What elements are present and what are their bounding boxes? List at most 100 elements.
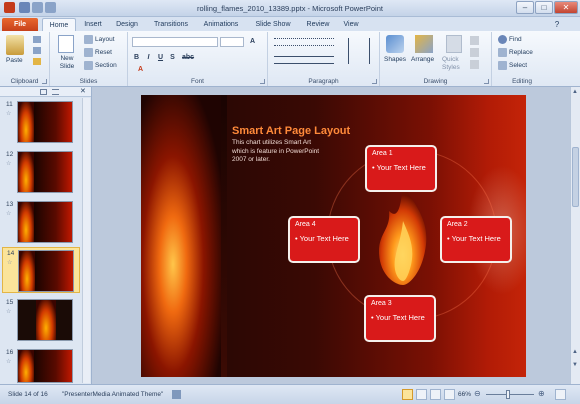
tab-file[interactable]: File	[2, 18, 38, 31]
zoom-slider-thumb[interactable]	[506, 390, 510, 399]
quick-styles-button[interactable]: Quick Styles	[442, 56, 466, 72]
slides-label: Slides	[79, 78, 98, 85]
pane-close-icon[interactable]: ✕	[80, 87, 86, 95]
quick-styles-icon[interactable]	[446, 35, 462, 53]
thumbnail-scrollbar[interactable]	[82, 98, 90, 383]
grow-font-button[interactable]: A	[248, 38, 257, 45]
thumbnail-number: 12	[6, 151, 14, 158]
slides-tab-icon[interactable]	[40, 89, 47, 95]
font-launcher-icon[interactable]	[260, 79, 265, 84]
bold-button[interactable]: B	[132, 54, 141, 61]
maximize-button[interactable]: □	[535, 1, 553, 14]
format-painter-icon[interactable]	[33, 58, 41, 65]
animation-star-icon: ☆	[7, 260, 13, 266]
slide-scrollbar[interactable]: ▲ ▲ ▼	[570, 87, 580, 384]
paste-button[interactable]: Paste	[6, 57, 23, 64]
smartart-area-4[interactable]: Area 4 Your Text Here	[288, 216, 360, 263]
shape-effects-icon[interactable]	[470, 60, 479, 69]
cut-icon[interactable]	[33, 36, 41, 43]
font-color-button[interactable]: A	[136, 66, 145, 73]
select-label: Select	[509, 62, 528, 70]
slide-body-text[interactable]: This chart utilizes Smart Art which is f…	[232, 139, 327, 165]
slide-thumbnail-14[interactable]: 14 ☆	[2, 247, 80, 293]
slides-group: New Slide Layout Reset Section Slides	[50, 32, 128, 86]
strikethrough-button[interactable]: abc	[182, 54, 194, 61]
align-icon[interactable]	[274, 56, 334, 64]
zoom-out-icon[interactable]: ⊖	[474, 389, 481, 398]
slide-sorter-icon[interactable]	[416, 389, 427, 400]
animation-star-icon: ☆	[6, 309, 12, 315]
tab-slide-show[interactable]: Slide Show	[250, 18, 296, 31]
slide-thumbnail-13[interactable]: 13 ☆	[0, 199, 84, 245]
zoom-level[interactable]: 66%	[458, 391, 471, 398]
layout-button[interactable]: Layout	[84, 35, 115, 44]
paragraph-launcher-icon[interactable]	[372, 79, 377, 84]
arrange-icon[interactable]	[415, 35, 433, 53]
clipboard-launcher-icon[interactable]	[42, 79, 47, 84]
slide-canvas[interactable]: Smart Art Page Layout This chart utilize…	[141, 95, 526, 377]
tab-design[interactable]: Design	[110, 18, 144, 31]
scroll-up-icon[interactable]: ▲	[572, 89, 579, 97]
thumbnail-image	[17, 201, 73, 243]
smartart-area-3[interactable]: Area 3 Your Text Here	[364, 295, 436, 342]
reading-view-icon[interactable]	[430, 389, 441, 400]
copy-icon[interactable]	[33, 47, 41, 54]
slides-pane: ✕ 11 ☆ 12 ☆ 13 ☆ 14 ☆ 15 ☆ 16 ☆	[0, 87, 92, 384]
close-button[interactable]: ✕	[554, 1, 578, 14]
scroll-thumb[interactable]	[572, 147, 579, 207]
zoom-in-icon[interactable]: ⊕	[538, 389, 545, 398]
drawing-group: Shapes Arrange Quick Styles Drawing	[380, 32, 492, 86]
slide-title[interactable]: Smart Art Page Layout	[232, 125, 350, 137]
next-slide-icon[interactable]: ▼	[572, 362, 579, 370]
editing-label: Editing	[512, 78, 532, 85]
shapes-button[interactable]: Shapes	[384, 56, 406, 63]
spelling-icon[interactable]	[172, 390, 181, 399]
thumbnail-number: 15	[6, 299, 14, 306]
new-slide-icon[interactable]	[58, 35, 74, 53]
animation-star-icon: ☆	[6, 161, 12, 167]
tab-insert[interactable]: Insert	[78, 18, 108, 31]
smartart-area-2[interactable]: Area 2 Your Text Here	[440, 216, 512, 263]
find-button[interactable]: Find	[498, 35, 522, 44]
arrange-button[interactable]: Arrange	[411, 56, 434, 63]
tab-animations[interactable]: Animations	[198, 18, 244, 31]
tab-home[interactable]: Home	[42, 18, 76, 31]
slide-divider	[221, 95, 227, 377]
slide-thumbnail-12[interactable]: 12 ☆	[0, 149, 84, 195]
previous-slide-icon[interactable]: ▲	[572, 349, 579, 357]
outline-tab-icon[interactable]	[52, 89, 59, 95]
slide-thumbnail-15[interactable]: 15 ☆	[0, 297, 84, 343]
drawing-launcher-icon[interactable]	[484, 79, 489, 84]
fit-to-window-icon[interactable]	[555, 389, 566, 400]
bullets-icon[interactable]	[274, 38, 334, 46]
font-name-combo[interactable]	[132, 37, 218, 47]
italic-button[interactable]: I	[144, 54, 153, 61]
zoom-slider[interactable]	[486, 394, 534, 395]
shadow-button[interactable]: S	[168, 54, 177, 61]
tab-review[interactable]: Review	[302, 18, 334, 31]
shape-fill-icon[interactable]	[470, 36, 479, 45]
fire-icon	[379, 185, 427, 285]
slide-show-icon[interactable]	[444, 389, 455, 400]
tab-view[interactable]: View	[338, 18, 364, 31]
text-direction-icon[interactable]	[348, 38, 370, 64]
underline-button[interactable]: U	[156, 54, 165, 61]
shapes-icon[interactable]	[386, 35, 404, 53]
smartart-area-1[interactable]: Area 1 Your Text Here	[365, 145, 437, 192]
reset-button[interactable]: Reset	[84, 48, 112, 57]
shape-outline-icon[interactable]	[470, 48, 479, 57]
paste-icon[interactable]	[6, 35, 24, 55]
new-slide-button[interactable]: New Slide	[56, 55, 78, 71]
theme-name: "PresenterMedia Animated Theme"	[62, 391, 164, 398]
find-icon	[498, 35, 507, 44]
slide-thumbnail-11[interactable]: 11 ☆	[0, 99, 84, 145]
animation-star-icon: ☆	[6, 211, 12, 217]
font-size-combo[interactable]	[220, 37, 244, 47]
help-icon[interactable]: ?	[552, 18, 562, 31]
replace-button[interactable]: Replace	[498, 48, 533, 57]
minimize-button[interactable]: –	[516, 1, 534, 14]
normal-view-icon[interactable]	[402, 389, 413, 400]
tab-transitions[interactable]: Transitions	[148, 18, 194, 31]
select-button[interactable]: Select	[498, 61, 527, 70]
section-button[interactable]: Section	[84, 61, 117, 70]
